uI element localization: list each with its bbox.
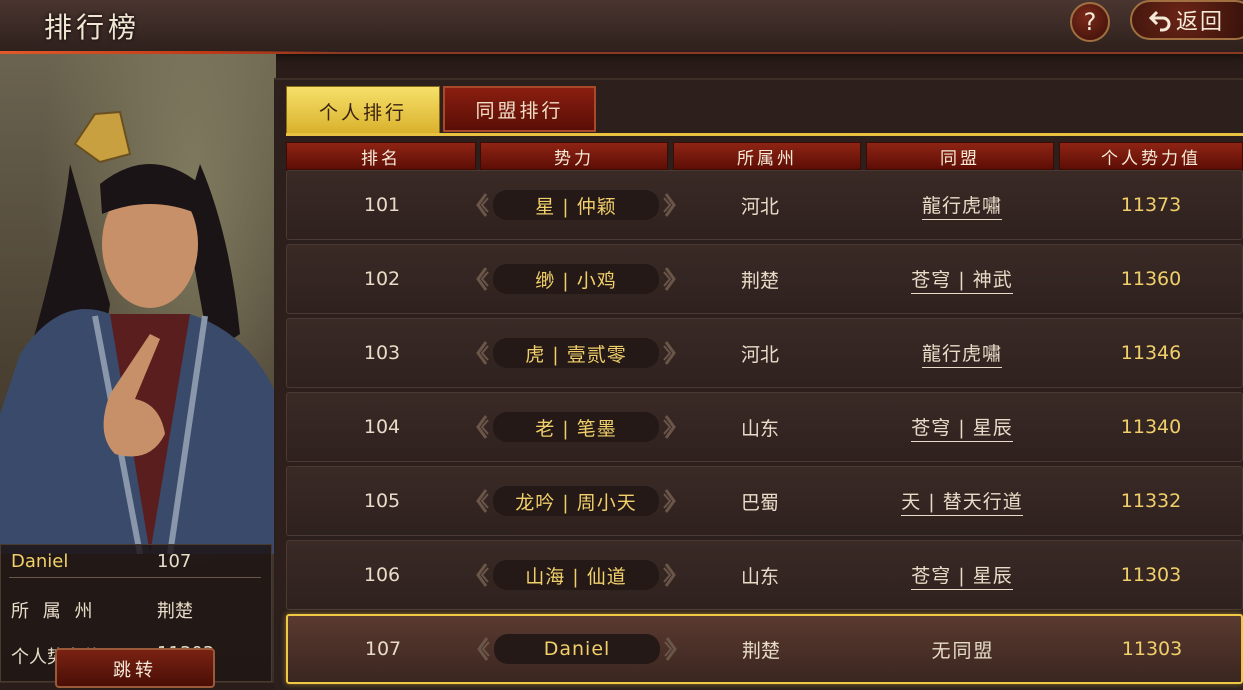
alliance-cell: 龍行虎嘯 [867,171,1057,239]
alliance-cell: 苍穹 | 神武 [867,245,1057,313]
power-cell: 11340 [1120,416,1182,438]
power-cell: 11373 [1120,194,1182,216]
power-cell: 11346 [1120,342,1182,364]
column-header-alliance: 同盟 [866,142,1054,170]
table-row[interactable]: 103 虎 | 壹贰零 河北 龍行虎嘯 11346 [286,318,1243,388]
chevron-left-icon [476,193,489,217]
alliance-link[interactable]: 苍穹 | 星辰 [911,561,1013,590]
state-cell: 山东 [740,417,779,440]
alliance-cell: 天 | 替天行道 [867,467,1057,535]
force-name[interactable]: Daniel [477,634,677,664]
force-label: 虎 | 壹贰零 [525,343,627,366]
chevron-left-icon [476,415,489,439]
force-label: 山海 | 仙道 [525,565,627,588]
table-row[interactable]: 101 星 | 仲颖 河北 龍行虎嘯 11373 [286,170,1243,240]
force-name[interactable]: 老 | 笔墨 [476,412,676,442]
chevron-right-icon [663,267,676,291]
character-portrait: Daniel 107 所 属 州 荆楚 个人势力值 11303 [0,54,276,683]
force-label: 龙吟 | 周小天 [515,491,637,514]
chevron-left-icon [477,637,490,661]
back-label: 返回 [1176,10,1225,35]
rank-cell: 106 [363,564,401,586]
back-arrow-icon [1148,10,1171,32]
help-button[interactable]: ? [1070,2,1110,42]
force-label: 缈 | 小鸡 [535,269,617,292]
state-label: 所 属 州 [11,601,97,622]
rank-cell: 105 [363,490,401,512]
force-name[interactable]: 缈 | 小鸡 [476,264,676,294]
table-row-player[interactable]: 107 Daniel 荆楚 无同盟 11303 [286,614,1243,684]
force-label: 老 | 笔墨 [535,417,617,440]
alliance-cell: 苍穹 | 星辰 [867,393,1057,461]
tab-alliance-ranking[interactable]: 同盟排行 [443,86,596,132]
force-name[interactable]: 星 | 仲颖 [476,190,676,220]
player-rank: 107 [157,551,192,572]
force-cell: 山海 | 仙道 [469,541,683,609]
character-illustration [0,110,276,554]
state-cell: 荆楚 [740,269,779,292]
alliance-link[interactable]: 苍穹 | 神武 [911,265,1013,294]
player-name: Daniel [11,551,69,572]
chevron-left-icon [476,267,489,291]
page-title: 排行榜 [44,11,141,44]
tab-personal-ranking[interactable]: 个人排行 [286,86,440,136]
alliance-cell: 龍行虎嘯 [867,319,1057,387]
chevron-right-icon [663,341,676,365]
force-name[interactable]: 龙吟 | 周小天 [476,486,676,516]
top-bar: 排行榜 ? 返回 [0,0,1243,54]
rank-cell: 104 [363,416,401,438]
jump-button[interactable]: 跳转 [55,648,215,688]
chevron-left-icon [476,341,489,365]
alliance-link[interactable]: 苍穹 | 星辰 [911,413,1013,442]
force-cell: 龙吟 | 周小天 [469,467,683,535]
rank-cell: 103 [363,342,401,364]
chevron-right-icon [663,489,676,513]
force-cell: 老 | 笔墨 [469,393,683,461]
force-cell: Daniel [470,616,684,682]
table-row[interactable]: 102 缈 | 小鸡 荆楚 苍穹 | 神武 11360 [286,244,1243,314]
force-name[interactable]: 虎 | 壹贰零 [476,338,676,368]
chevron-right-icon [663,415,676,439]
power-cell: 11332 [1120,490,1182,512]
chevron-left-icon [476,489,489,513]
rank-cell: 107 [364,638,402,660]
tab-underline [286,133,1243,136]
state-cell: 河北 [740,343,779,366]
chevron-right-icon [663,193,676,217]
alliance-link[interactable]: 龍行虎嘯 [921,339,1002,368]
force-name[interactable]: 山海 | 仙道 [476,560,676,590]
force-cell: 星 | 仲颖 [469,171,683,239]
power-cell: 11360 [1120,268,1182,290]
force-label: 星 | 仲颖 [535,195,617,218]
column-header-power: 个人势力值 [1059,142,1243,170]
chevron-right-icon [664,637,677,661]
rank-cell: 102 [363,268,401,290]
player-state: 荆楚 [157,601,193,622]
table-row[interactable]: 105 龙吟 | 周小天 巴蜀 天 | 替天行道 11332 [286,466,1243,536]
state-cell: 巴蜀 [740,491,779,514]
alliance-cell: 苍穹 | 星辰 [867,541,1057,609]
alliance-cell: 无同盟 [868,616,1058,682]
state-cell: 山东 [740,565,779,588]
force-cell: 虎 | 壹贰零 [469,319,683,387]
column-header-force: 势力 [480,142,668,170]
table-row[interactable]: 104 老 | 笔墨 山东 苍穹 | 星辰 11340 [286,392,1243,462]
power-cell: 11303 [1120,564,1182,586]
state-cell: 荆楚 [741,639,780,662]
alliance-link[interactable]: 龍行虎嘯 [921,191,1002,220]
chevron-left-icon [476,563,489,587]
column-header-state: 所属州 [673,142,861,170]
state-cell: 河北 [740,195,779,218]
rank-cell: 101 [363,194,401,216]
power-cell: 11303 [1121,638,1183,660]
table-row[interactable]: 106 山海 | 仙道 山东 苍穹 | 星辰 11303 [286,540,1243,610]
alliance-link[interactable]: 天 | 替天行道 [901,487,1023,516]
divider [9,577,261,578]
chevron-right-icon [663,563,676,587]
column-header-rank: 排名 [286,142,476,170]
force-label: Daniel [543,638,611,660]
back-button[interactable]: 返回 [1130,0,1243,40]
force-cell: 缈 | 小鸡 [469,245,683,313]
alliance-link: 无同盟 [931,639,995,662]
